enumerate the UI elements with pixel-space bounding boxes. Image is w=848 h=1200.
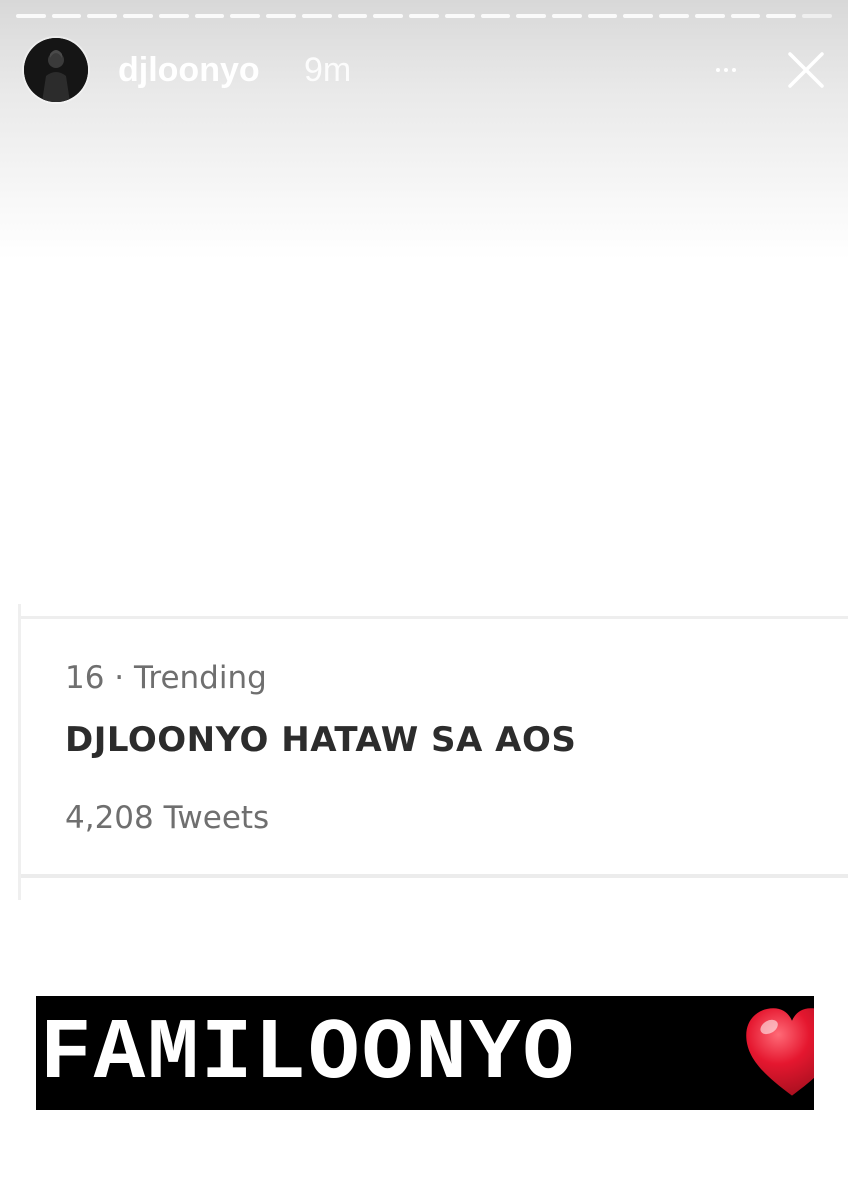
progress-segment [373, 14, 404, 18]
username[interactable]: djloonyo [118, 48, 260, 92]
progress-segment [337, 14, 368, 18]
progress-segment [301, 14, 332, 18]
trending-card: 16 · Trending DJLOONYO HATAW SA AOS 4,20… [18, 604, 848, 900]
progress-segment [623, 14, 654, 18]
progress-segment [158, 14, 189, 18]
trend-rank-label: 16 · Trending [65, 660, 267, 696]
card-divider-top [21, 616, 848, 619]
caption-banner: FAMILOONYO [36, 996, 814, 1110]
progress-segment [409, 14, 439, 18]
progress-segment [587, 14, 618, 18]
progress-segment [802, 14, 832, 18]
progress-segment [730, 14, 761, 18]
avatar-photo [24, 38, 88, 102]
progress-segment [552, 14, 582, 18]
progress-segment [766, 14, 797, 18]
avatar[interactable] [24, 38, 88, 102]
more-horizontal-icon[interactable] [706, 52, 746, 88]
more-dot [716, 68, 720, 72]
heart-icon [740, 1002, 814, 1106]
more-dot [724, 68, 728, 72]
story-timestamp: 9m [304, 51, 352, 89]
progress-segment [16, 14, 46, 18]
caption-text: FAMILOONYO [40, 1005, 577, 1103]
progress-segment [123, 14, 153, 18]
progress-segment [51, 14, 82, 18]
progress-segment [87, 14, 118, 18]
progress-segment [266, 14, 296, 18]
progress-segment [694, 14, 725, 18]
card-divider-bottom [21, 874, 848, 878]
story-progress-bar [16, 14, 832, 19]
progress-segment [230, 14, 261, 18]
progress-segment [659, 14, 689, 18]
trend-tweet-count: 4,208 Tweets [65, 800, 270, 836]
story-header-shade [0, 0, 848, 260]
progress-segment [480, 14, 511, 18]
more-dot [732, 68, 736, 72]
progress-segment [516, 14, 547, 18]
progress-segment [444, 14, 475, 18]
progress-segment [194, 14, 225, 18]
close-icon[interactable] [784, 48, 828, 92]
trend-title: DJLOONYO HATAW SA AOS [65, 720, 577, 760]
